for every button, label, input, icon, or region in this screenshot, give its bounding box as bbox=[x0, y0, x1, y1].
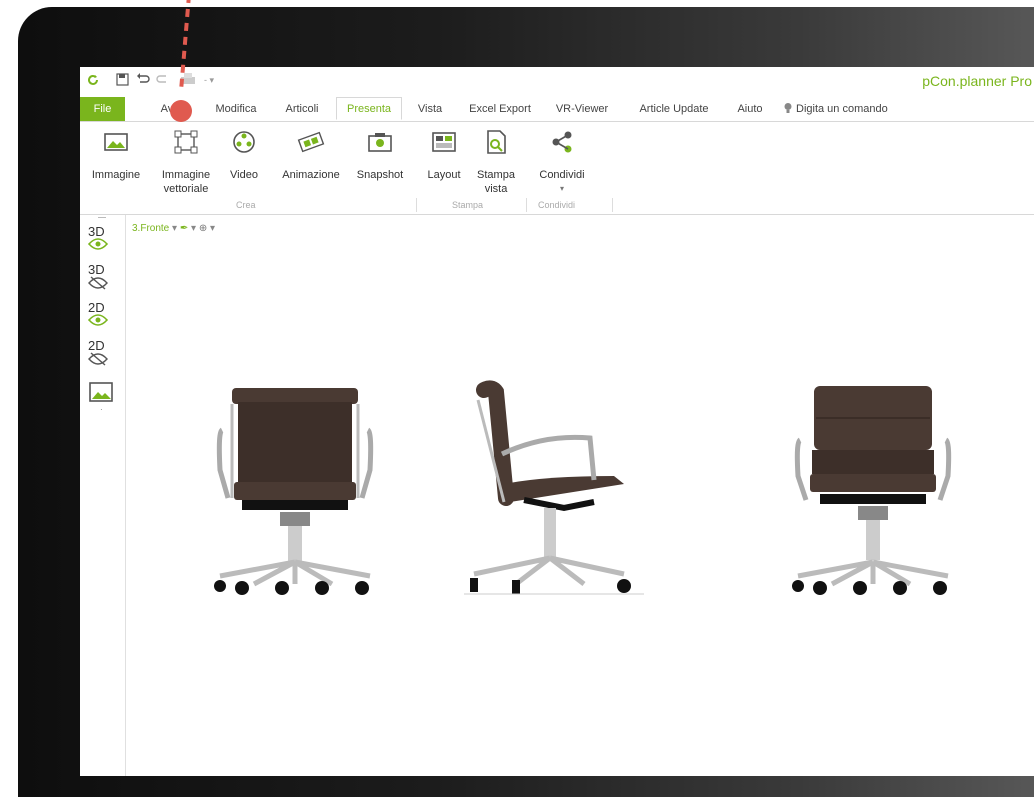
menu-bar: File Avvia Modifica Articoli Presenta Vi… bbox=[80, 97, 1034, 121]
view-sidebar: 3D 3D 2D 2D · bbox=[80, 215, 126, 776]
tab-articoli[interactable]: Articoli bbox=[278, 97, 326, 121]
brush-icon[interactable]: ✒ bbox=[180, 223, 188, 234]
tab-vr-viewer[interactable]: VR-Viewer bbox=[550, 97, 614, 121]
chair-front-view-alt[interactable] bbox=[790, 380, 956, 595]
group-divider bbox=[416, 198, 417, 212]
image-icon[interactable] bbox=[89, 382, 113, 402]
group-label-stampa: Stampa bbox=[452, 200, 484, 210]
eye-off-icon bbox=[88, 276, 108, 290]
view-selector[interactable]: 3.Fronte ▾ ✒ ▾ ⊕ ▾ bbox=[132, 223, 215, 234]
video-button[interactable]: Video bbox=[224, 128, 264, 182]
eye-icon bbox=[87, 238, 109, 250]
animazione-button[interactable]: Animazione bbox=[276, 128, 346, 182]
group-label-crea: Crea bbox=[236, 200, 256, 210]
stampa-vista-button[interactable]: Stampa vista bbox=[472, 128, 520, 196]
group-label-condividi: Condividi bbox=[538, 200, 576, 210]
tab-modifica[interactable]: Modifica bbox=[208, 97, 264, 121]
print-preview-icon bbox=[487, 130, 506, 154]
chevron-down-icon: · bbox=[100, 405, 103, 414]
save-icon[interactable] bbox=[116, 73, 129, 86]
quick-access-toolbar: - ▾ pCon.planner Pro bbox=[80, 67, 1034, 97]
sidebar-handle bbox=[98, 217, 106, 218]
share-icon bbox=[552, 131, 572, 153]
viewport-canvas[interactable]: 3.Fronte ▾ ✒ ▾ ⊕ ▾ bbox=[126, 215, 1034, 776]
snapshot-button[interactable]: Snapshot bbox=[352, 128, 408, 182]
layout-button[interactable]: Layout bbox=[420, 128, 468, 182]
film-reel-icon bbox=[233, 131, 255, 153]
undo-icon[interactable] bbox=[136, 73, 150, 86]
image-icon bbox=[104, 133, 128, 151]
tab-vista[interactable]: Vista bbox=[412, 97, 448, 121]
group-divider bbox=[526, 198, 527, 212]
refresh-icon[interactable] bbox=[86, 73, 100, 87]
tab-presenta[interactable]: Presenta bbox=[336, 97, 402, 120]
lightbulb-icon bbox=[784, 103, 792, 113]
tab-excel-export[interactable]: Excel Export bbox=[464, 97, 536, 121]
camera-icon bbox=[368, 133, 392, 152]
command-search[interactable]: Digita un comando bbox=[796, 97, 898, 121]
condividi-button[interactable]: Condividi ▾ bbox=[532, 128, 592, 196]
ribbon: Immagine Immagine vettoriale Video Anima… bbox=[80, 121, 1034, 215]
chair-side-view[interactable] bbox=[464, 380, 644, 595]
view-label: 3.Fronte bbox=[132, 223, 170, 234]
immagine-vettoriale-button[interactable]: Immagine vettoriale bbox=[156, 128, 216, 196]
vector-image-icon bbox=[174, 130, 198, 154]
chevron-down-icon: ▾ bbox=[559, 184, 564, 193]
chevron-down-icon: ▾ bbox=[191, 223, 197, 234]
chevron-down-icon: ▾ bbox=[210, 223, 216, 234]
tab-aiuto[interactable]: Aiuto bbox=[732, 97, 768, 121]
app-title: pCon.planner Pro bbox=[922, 73, 1032, 89]
tab-article-update[interactable]: Article Update bbox=[632, 97, 716, 121]
chevron-down-icon: ▾ bbox=[172, 223, 178, 234]
view-mode-2d-hidden[interactable]: 2D bbox=[88, 339, 108, 368]
pointer-dashed-line bbox=[179, 0, 191, 92]
app-window: - ▾ pCon.planner Pro File Avvia Modifica… bbox=[80, 67, 1034, 776]
group-divider bbox=[612, 198, 613, 212]
crosshair-icon[interactable]: ⊕ bbox=[199, 223, 207, 234]
view-mode-3d-hidden[interactable]: 3D bbox=[88, 263, 108, 292]
pointer-marker bbox=[170, 100, 192, 122]
layout-icon bbox=[432, 132, 456, 152]
chair-front-view[interactable] bbox=[212, 380, 378, 595]
redo-icon[interactable] bbox=[156, 73, 170, 86]
view-mode-3d-visible[interactable]: 3D bbox=[87, 225, 109, 252]
dropdown-icon[interactable]: - ▾ bbox=[204, 75, 214, 86]
filmstrip-icon bbox=[297, 131, 325, 153]
tab-file[interactable]: File bbox=[80, 97, 125, 121]
view-mode-2d-visible[interactable]: 2D bbox=[87, 301, 109, 328]
eye-off-icon bbox=[88, 352, 108, 366]
eye-icon bbox=[87, 314, 109, 326]
immagine-button[interactable]: Immagine bbox=[90, 128, 142, 182]
